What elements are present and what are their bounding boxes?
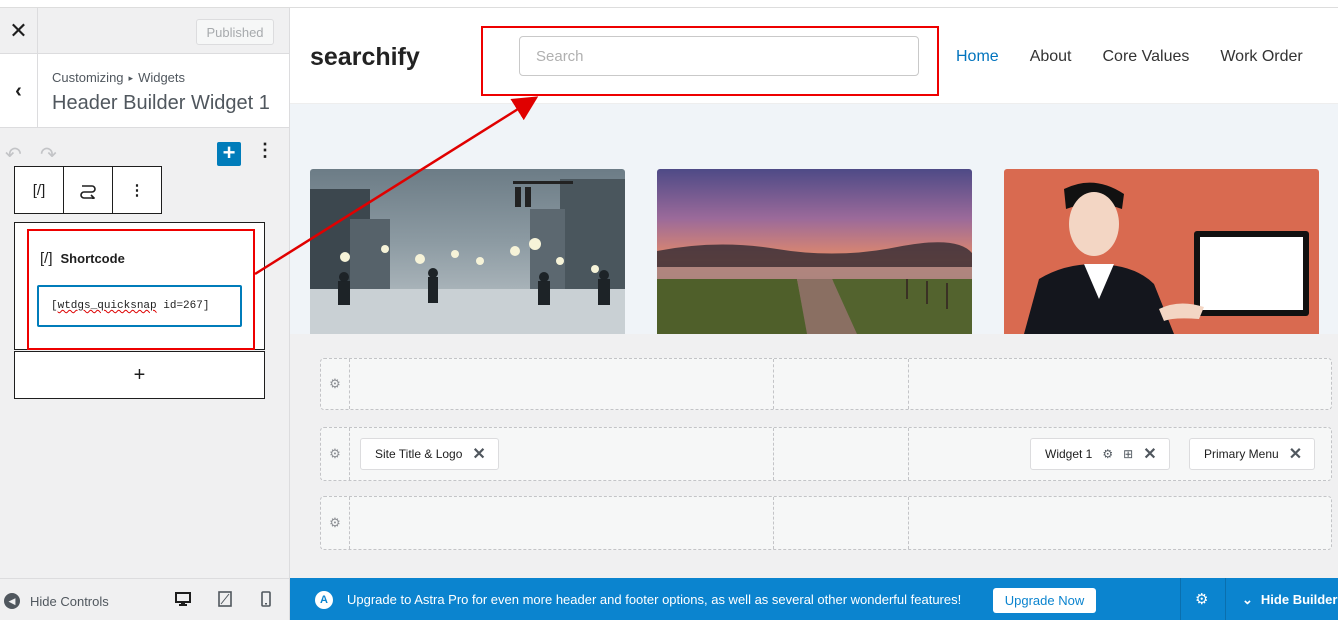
astra-logo-icon: A [315,591,333,609]
hide-controls-label: Hide Controls [30,593,109,609]
tablet-svg-icon [218,591,232,607]
nav-core-values[interactable]: Core Values [1103,48,1190,66]
nav-work-order[interactable]: Work Order [1220,48,1302,66]
top-strip [0,0,1338,8]
mobile-svg-icon [261,591,271,607]
back-arrow-icon[interactable]: ‹ [0,54,38,128]
nav-home[interactable]: Home [956,48,999,66]
section-header: ‹ Customizing ▸ Widgets Header Builder Wid… [0,54,289,128]
breadcrumb-widgets: Widgets [138,70,186,85]
upgrade-now-button[interactable]: Upgrade Now [993,588,1096,613]
primary-menu: Home About Core Values Work Order [956,48,1303,66]
page-content [290,104,1338,334]
redo-icon[interactable]: ↷ [40,142,57,167]
site-header: searchify Search Home About Core Values … [290,8,1338,104]
close-icon[interactable]: ✕ [0,8,38,54]
widget-settings-gear-icon[interactable]: ⚙ [1102,447,1113,461]
chip-label: Widget 1 [1045,447,1093,461]
customizer-sidebar: ✕ Published ‹ Customizing ▸ Widgets Header… [0,8,290,620]
chip-label: Site Title & Logo [375,447,463,461]
customizer-footer: ◀ Hide Controls [0,578,289,620]
hide-builder-label: Hide Builder [1260,592,1338,607]
chip-label: Primary Menu [1204,447,1279,461]
widget-layout-icon[interactable]: ⊞ [1123,447,1133,461]
row-settings-gear-icon[interactable]: ⚙ [321,497,350,549]
row-column-divider [773,428,774,480]
block-more-options-icon[interactable]: ⋮ [113,167,161,213]
customizer-header: ✕ Published [0,8,289,54]
header-builder: ⚙ ⚙ Site Title & Logo ✕ Widget 1 ⚙ ⊞ ✕ P… [290,334,1338,578]
remove-close-icon[interactable]: ✕ [1289,444,1302,464]
row-settings-gear-icon[interactable]: ⚙ [321,428,350,480]
row-column-divider [908,428,909,480]
bar-divider [1180,578,1181,620]
transform-svg-icon [80,185,96,199]
primary-menu-chip[interactable]: Primary Menu ✕ [1189,438,1316,470]
remove-close-icon[interactable]: ✕ [1143,444,1156,464]
row-column-divider [773,497,774,549]
hide-controls-button[interactable]: ◀ Hide Controls [4,593,109,609]
chevron-down-icon: ⌄ [1242,592,1253,607]
snowy-street-image[interactable] [310,169,625,334]
mobile-preview-icon[interactable] [260,591,272,611]
customizer-screen: ✕ Published ‹ Customizing ▸ Widgets Header… [0,0,1338,620]
transform-icon[interactable] [64,167,113,213]
options-icon[interactable]: ⋮ [256,140,274,161]
published-button[interactable]: Published [196,19,274,45]
annotation-search-box [481,26,939,96]
hide-builder-button[interactable]: ⌄ Hide Builder [1242,592,1337,608]
businessman-illustration [1024,182,1309,334]
remove-close-icon[interactable]: ✕ [472,444,485,464]
undo-icon[interactable]: ↶ [5,142,22,167]
site-title-logo-chip[interactable]: Site Title & Logo ✕ [360,438,499,470]
desktop-preview-icon[interactable] [175,591,191,611]
row-column-divider [773,359,774,409]
annotation-highlight-box [27,229,255,350]
shortcode-type-icon[interactable]: [/] [15,167,64,213]
upgrade-message: Upgrade to Astra Pro for even more heade… [347,592,962,607]
breadcrumb: Customizing ▸ Widgets [52,70,185,85]
section-title: Header Builder Widget 1 [52,92,270,114]
builder-row-below-header: ⚙ [320,496,1332,550]
desktop-svg-icon [175,592,191,606]
snowy-street-illustration [310,179,625,334]
widget1-chip[interactable]: Widget 1 ⚙ ⊞ ✕ [1030,438,1170,470]
nav-about[interactable]: About [1030,48,1072,66]
bar-divider [1225,578,1226,620]
row-settings-gear-icon[interactable]: ⚙ [321,359,350,409]
builder-settings-gear-icon[interactable]: ⚙ [1195,590,1208,608]
builder-row-primary-header: ⚙ Site Title & Logo ✕ Widget 1 ⚙ ⊞ ✕ Pri… [320,427,1332,481]
row-column-divider [908,359,909,409]
businessman-frame-image[interactable] [1004,169,1319,334]
tablet-preview-icon[interactable] [218,591,232,611]
add-block-inserter-button[interactable]: + [217,142,241,166]
breadcrumb-separator-icon: ▸ [128,73,134,83]
breadcrumb-customizing: Customizing [52,70,124,85]
site-title[interactable]: searchify [310,43,420,72]
collapse-icon: ◀ [4,593,20,609]
block-toolbar: [/] ⋮ [14,166,162,214]
builder-row-above-header: ⚙ [320,358,1332,410]
sunset-path-illustration [657,242,972,334]
row-column-divider [908,497,909,549]
site-preview: searchify Search Home About Core Values … [290,8,1338,620]
upgrade-bar: A Upgrade to Astra Pro for even more hea… [290,578,1338,620]
add-block-button[interactable]: + [14,351,265,399]
sunset-path-image[interactable] [657,169,972,334]
